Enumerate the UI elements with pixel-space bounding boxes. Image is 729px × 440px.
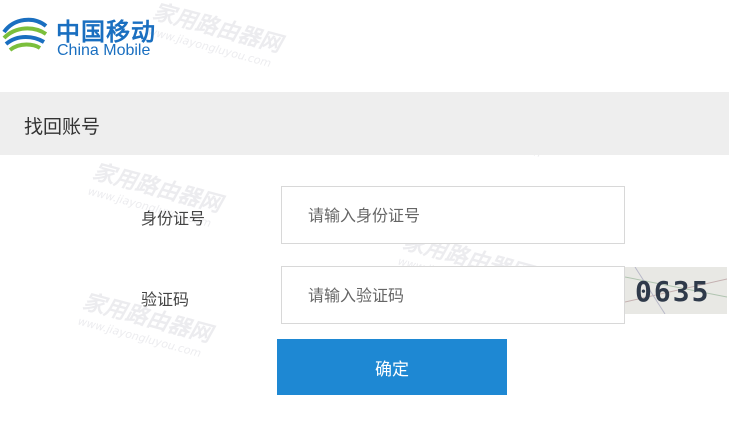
china-mobile-logo-icon xyxy=(2,17,48,52)
captcha-label: 验证码 xyxy=(141,290,190,309)
id-number-input[interactable] xyxy=(281,186,625,244)
captcha-input[interactable] xyxy=(281,266,625,324)
confirm-button[interactable]: 确定 xyxy=(277,339,507,395)
page-title-bar: 找回账号 xyxy=(0,92,729,155)
page-title: 找回账号 xyxy=(24,116,101,138)
brand-name-en: China Mobile xyxy=(57,42,151,59)
captcha-image[interactable]: 0635 xyxy=(625,267,727,314)
china-mobile-logo: 中国移动 China Mobile xyxy=(0,6,170,62)
captcha-text: 0635 xyxy=(635,275,711,308)
id-number-label: 身份证号 xyxy=(141,209,206,228)
